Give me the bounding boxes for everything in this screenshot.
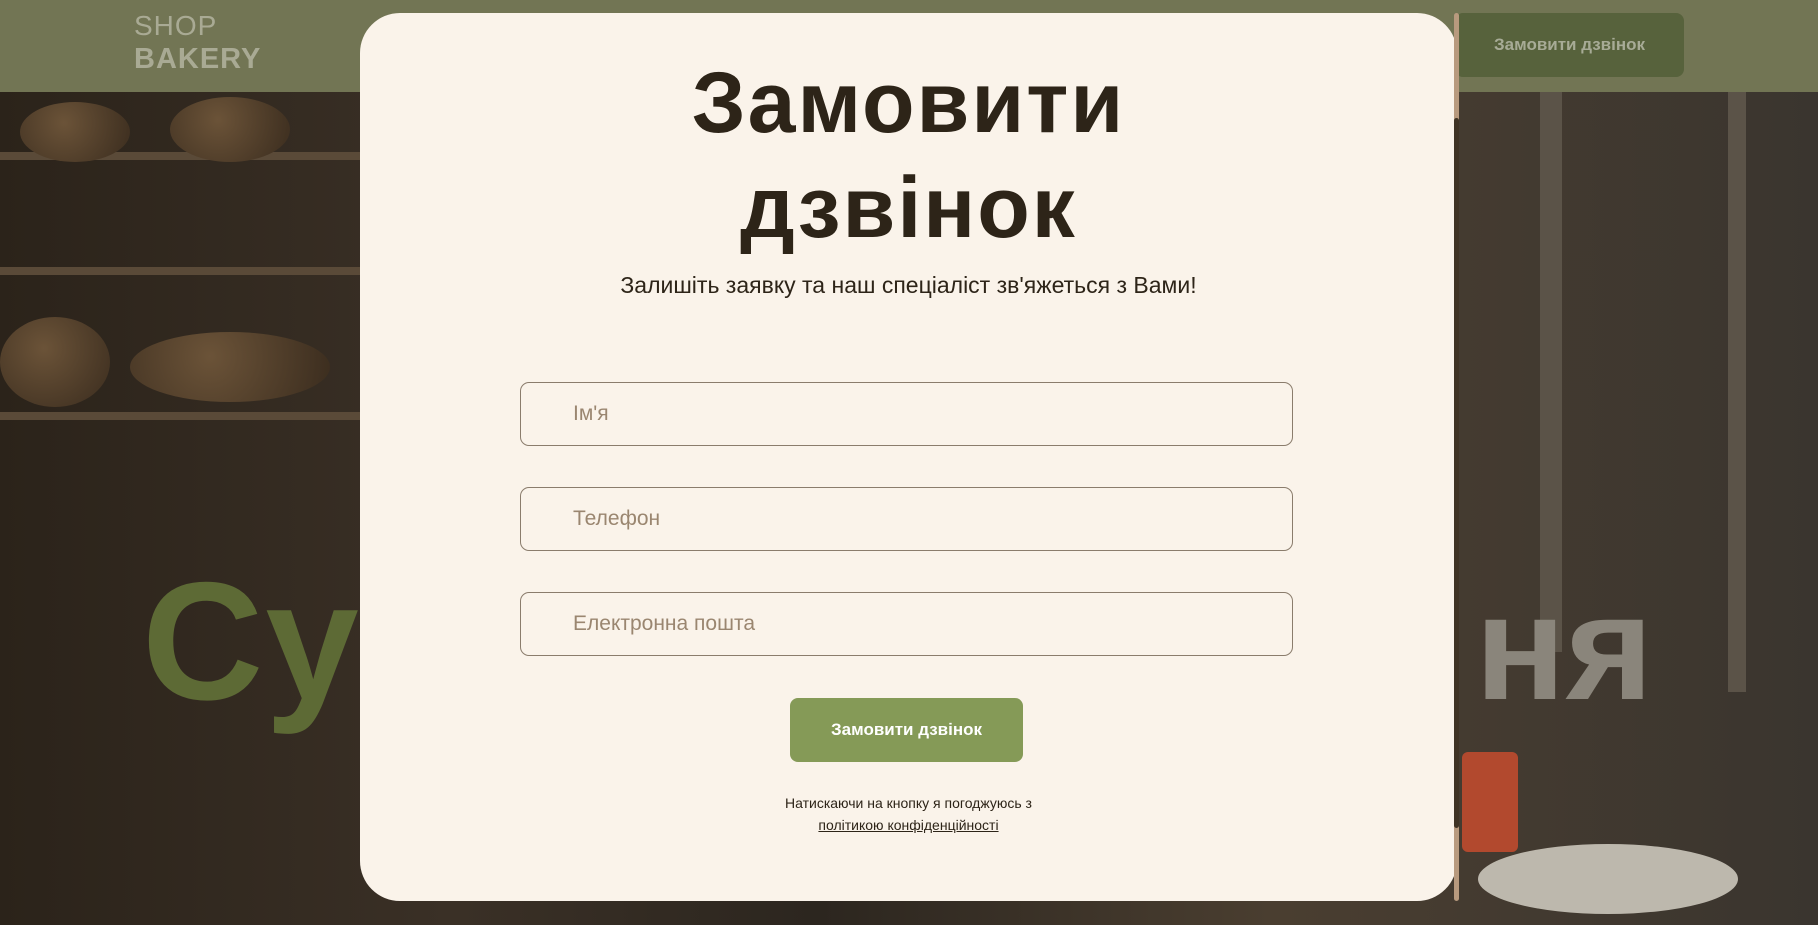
consent-note: Натискаючи на кнопку я погоджуюсь з полі…	[360, 792, 1457, 836]
modal-scrollbar-thumb[interactable]	[1454, 118, 1459, 828]
shelf	[0, 267, 360, 275]
logo-shop-text: SHOP	[134, 10, 218, 41]
order-call-modal: Замовити дзвінок Залишіть заявку та наш …	[360, 13, 1457, 901]
logo-bakery-text: BAKERY	[134, 43, 262, 75]
modal-title-line2: дзвінок	[740, 160, 1077, 256]
modal-title: Замовити дзвінок	[360, 51, 1457, 261]
bread-image	[170, 97, 290, 162]
page: Су ня SHOP BAKERY Замовити дзвінок Замов…	[0, 0, 1818, 925]
table-image	[1478, 844, 1738, 914]
header-order-call-button[interactable]: Замовити дзвінок	[1455, 13, 1684, 77]
bread-image	[0, 317, 110, 407]
name-input[interactable]	[520, 382, 1293, 446]
bread-image	[20, 102, 130, 162]
window-frame	[1728, 92, 1746, 692]
modal-subtitle: Залишіть заявку та наш спеціаліст зв'яже…	[620, 272, 1197, 298]
hero-title-right: ня	[1475, 563, 1654, 731]
bread-image	[130, 332, 330, 402]
logo[interactable]: SHOP BAKERY	[134, 12, 261, 74]
coffee-cup-image	[1462, 752, 1518, 852]
email-input[interactable]	[520, 592, 1293, 656]
submit-order-call-button[interactable]: Замовити дзвінок	[790, 698, 1023, 762]
consent-text: Натискаючи на кнопку я погоджуюсь з	[785, 795, 1032, 811]
privacy-policy-link[interactable]: політикою конфіденційності	[818, 817, 998, 833]
modal-title-line1: Замовити	[691, 55, 1126, 151]
shelf	[0, 412, 360, 420]
hero-title-left: Су	[142, 547, 361, 735]
phone-input[interactable]	[520, 487, 1293, 551]
